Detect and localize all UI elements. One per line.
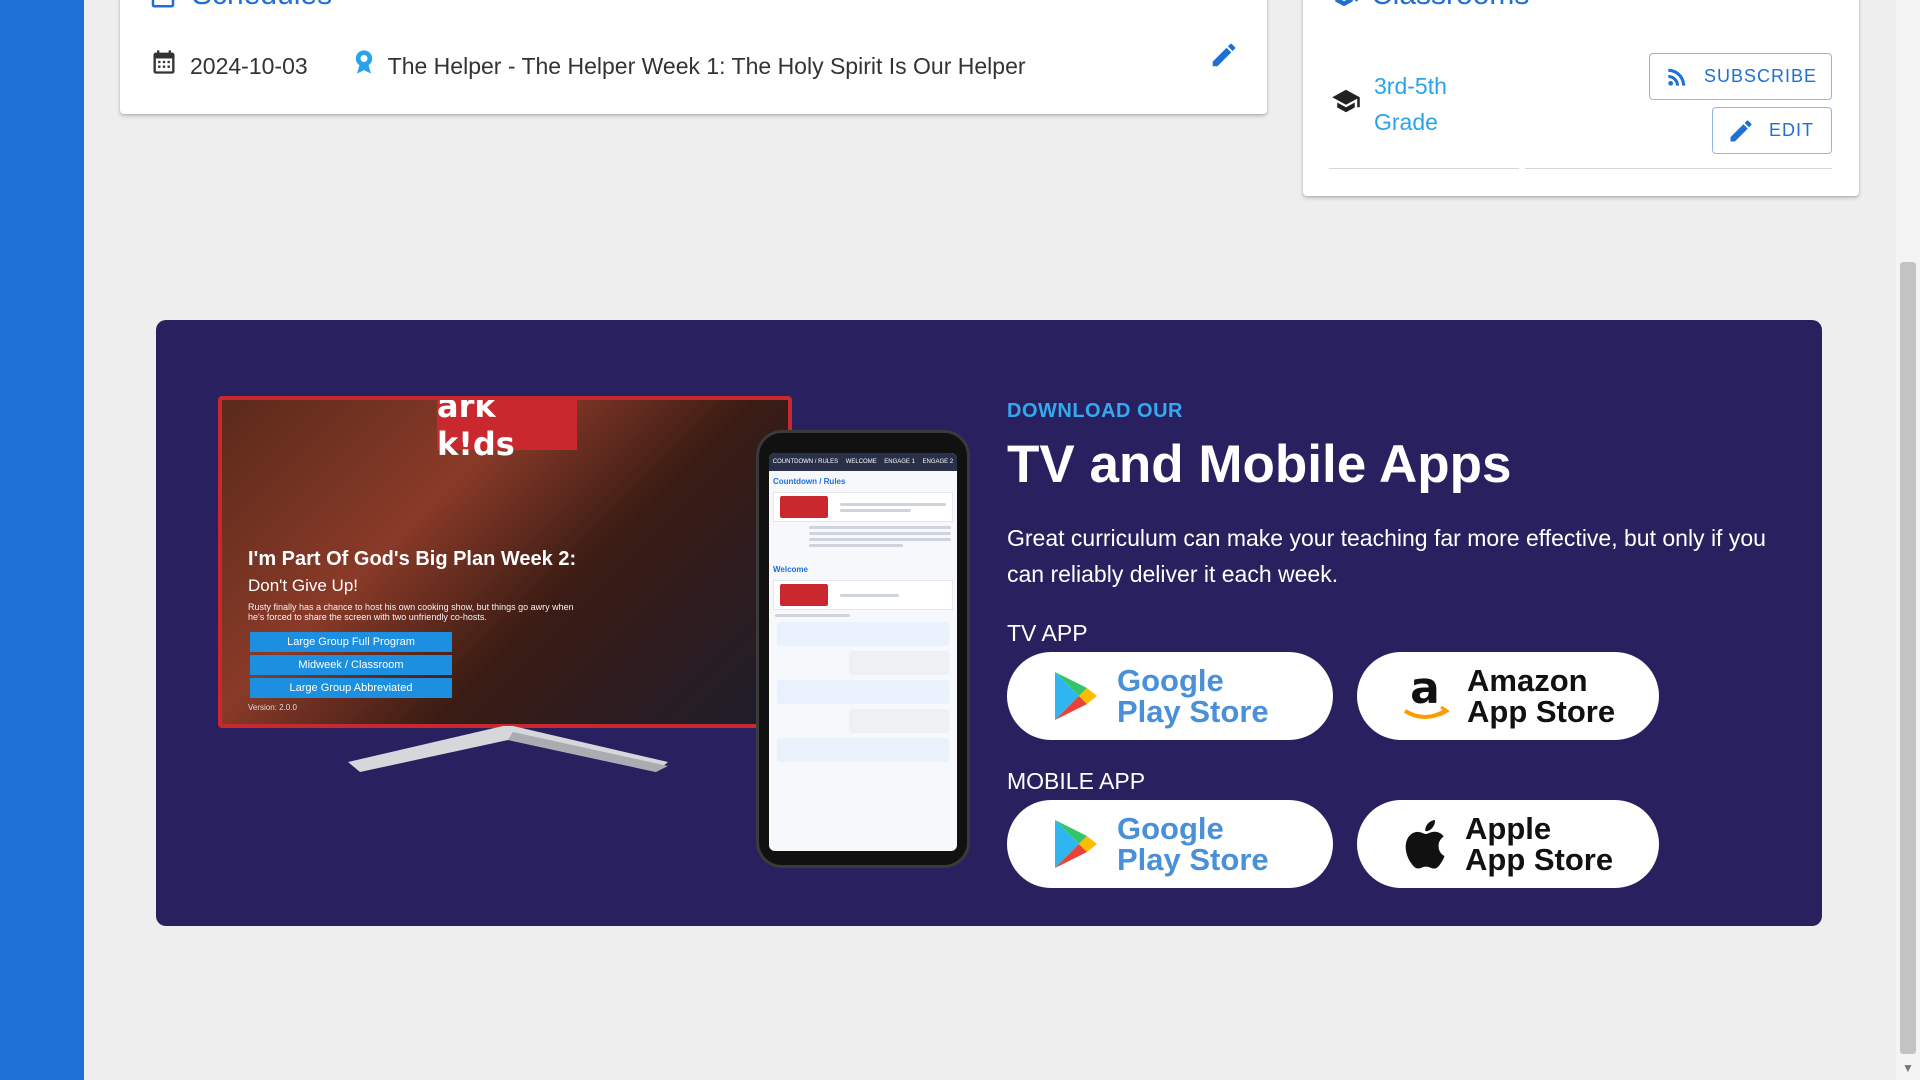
google-play-icon: [1055, 820, 1097, 868]
schedule-lesson-title: The Helper - The Helper Week 1: The Holy…: [387, 52, 1026, 79]
apps-banner: ark k!ds I'm Part Of God's Big Plan Week…: [156, 320, 1822, 926]
mobile-google-play-button[interactable]: Google Play Store: [1007, 800, 1333, 888]
amazon-icon: a: [1403, 669, 1449, 719]
store-label-line1: Apple: [1465, 811, 1552, 846]
phone-tab: WELCOME: [845, 459, 877, 465]
tv-menu-button: Large Group Abbreviated: [250, 678, 452, 698]
tv-app-preview: ark k!ds I'm Part Of God's Big Plan Week…: [218, 396, 792, 772]
classroom-link[interactable]: 3rd-5th Grade: [1374, 68, 1494, 140]
phone-chat-bubble: [849, 709, 949, 733]
calendar-icon: [153, 50, 175, 74]
phone-tab: COUNTDOWN / RULES: [772, 459, 839, 465]
divider: [1329, 168, 1519, 169]
lesson-badge-icon: [355, 50, 372, 74]
mobile-app-label: MOBILE APP: [1007, 768, 1146, 794]
ark-kids-logo: ark k!ds: [437, 396, 515, 463]
tv-screen: ark k!ds I'm Part Of God's Big Plan Week…: [218, 396, 792, 728]
edit-classroom-button[interactable]: EDIT: [1712, 107, 1832, 154]
pencil-icon: [1730, 119, 1752, 141]
tv-episode-subtitle: Don't Give Up!: [248, 576, 359, 595]
tv-episode-description: Rusty finally has a chance to host his o…: [248, 602, 574, 622]
banner-description: Great curriculum can make your teaching …: [1007, 525, 1766, 587]
tv-app-label: TV APP: [1007, 620, 1088, 646]
schedules-card: Schedules + 2024-10-03 The Helper - The …: [120, 0, 1267, 114]
phone-section-title: Welcome: [773, 565, 808, 574]
store-label-line2: Play Store: [1117, 694, 1269, 729]
add-schedule-button[interactable]: +: [1217, 0, 1237, 4]
phone-chat-bubble: [777, 622, 949, 646]
tv-version: Version: 2.0.0: [248, 703, 297, 712]
store-label-line1: Google: [1117, 663, 1224, 698]
classrooms-header: Classrooms: [1329, 0, 1629, 10]
phone-tab: ENGAGE 2: [922, 459, 954, 465]
phone-list-item: [773, 492, 953, 522]
scrollbar-thumb[interactable]: [1900, 262, 1916, 1054]
store-label: Google Play Store: [1117, 813, 1269, 875]
store-label-line1: Google: [1117, 811, 1224, 846]
mobile-app-preview: COUNTDOWN / RULES WELCOME ENGAGE 1 ENGAG…: [756, 430, 970, 868]
phone-list-item: [773, 580, 953, 610]
phone-screen: COUNTDOWN / RULES WELCOME ENGAGE 1 ENGAG…: [769, 453, 957, 851]
banner-eyebrow: DOWNLOAD OUR: [1007, 400, 1183, 422]
add-classroom-button[interactable]: +: [1809, 0, 1829, 4]
google-play-icon: [1055, 672, 1097, 720]
tv-logo-box: ark k!ds: [437, 400, 577, 463]
tv-amazon-appstore-button[interactable]: a Amazon App Store: [1357, 652, 1659, 740]
left-nav-strip: [0, 0, 84, 1080]
divider: [1525, 168, 1832, 169]
mobile-apple-appstore-button[interactable]: Apple App Store: [1357, 800, 1659, 888]
edit-schedule-icon[interactable]: [1209, 40, 1239, 70]
subscribe-button[interactable]: SUBSCRIBE: [1649, 53, 1832, 100]
classrooms-title: Classrooms: [1371, 0, 1529, 10]
svg-text:a: a: [1410, 669, 1440, 714]
tv-stand: [348, 726, 668, 772]
phone-chat-bubble: [777, 738, 949, 762]
classroom-icon: [1335, 0, 1358, 7]
schedule-row[interactable]: 2024-10-03 The Helper - The Helper Week …: [150, 40, 1026, 84]
tv-menu-button: Large Group Full Program: [250, 632, 452, 652]
tv-episode-title: I'm Part Of God's Big Plan Week 2:: [248, 548, 577, 570]
schedules-title: Schedules: [192, 0, 332, 10]
classrooms-card: Classrooms + 3rd-5th Grade SUBSCRIBE EDI…: [1303, 0, 1859, 196]
banner-title: TV and Mobile Apps: [1007, 435, 1512, 494]
apple-icon: [1405, 820, 1445, 869]
store-label: Amazon App Store: [1467, 665, 1615, 727]
store-label-line1: Amazon: [1467, 663, 1588, 698]
store-label-line2: App Store: [1467, 694, 1616, 729]
phone-chat-bubble: [849, 651, 949, 675]
phone-section-title: Countdown / Rules: [773, 477, 846, 486]
subscribe-label: SUBSCRIBE: [1704, 66, 1818, 86]
tv-google-play-button[interactable]: Google Play Store: [1007, 652, 1333, 740]
schedules-header: Schedules: [148, 0, 448, 10]
rss-icon: [1668, 68, 1686, 86]
store-label: Google Play Store: [1117, 665, 1269, 727]
store-label: Apple App Store: [1465, 813, 1613, 875]
store-label-line2: App Store: [1465, 842, 1614, 877]
phone-tab: ENGAGE 1: [884, 459, 915, 465]
edit-label: EDIT: [1769, 120, 1815, 140]
phone-tabs: COUNTDOWN / RULES WELCOME ENGAGE 1 ENGAG…: [769, 453, 957, 471]
phone-chat-bubble: [777, 680, 949, 704]
graduation-cap-icon: [1332, 89, 1360, 113]
calendar-icon: [151, 0, 175, 8]
tv-menu-button: Midweek / Classroom: [250, 655, 452, 675]
scroll-down-arrow-icon[interactable]: ▼: [1900, 1060, 1916, 1076]
schedule-date: 2024-10-03: [190, 52, 308, 79]
store-label-line2: Play Store: [1117, 842, 1269, 877]
